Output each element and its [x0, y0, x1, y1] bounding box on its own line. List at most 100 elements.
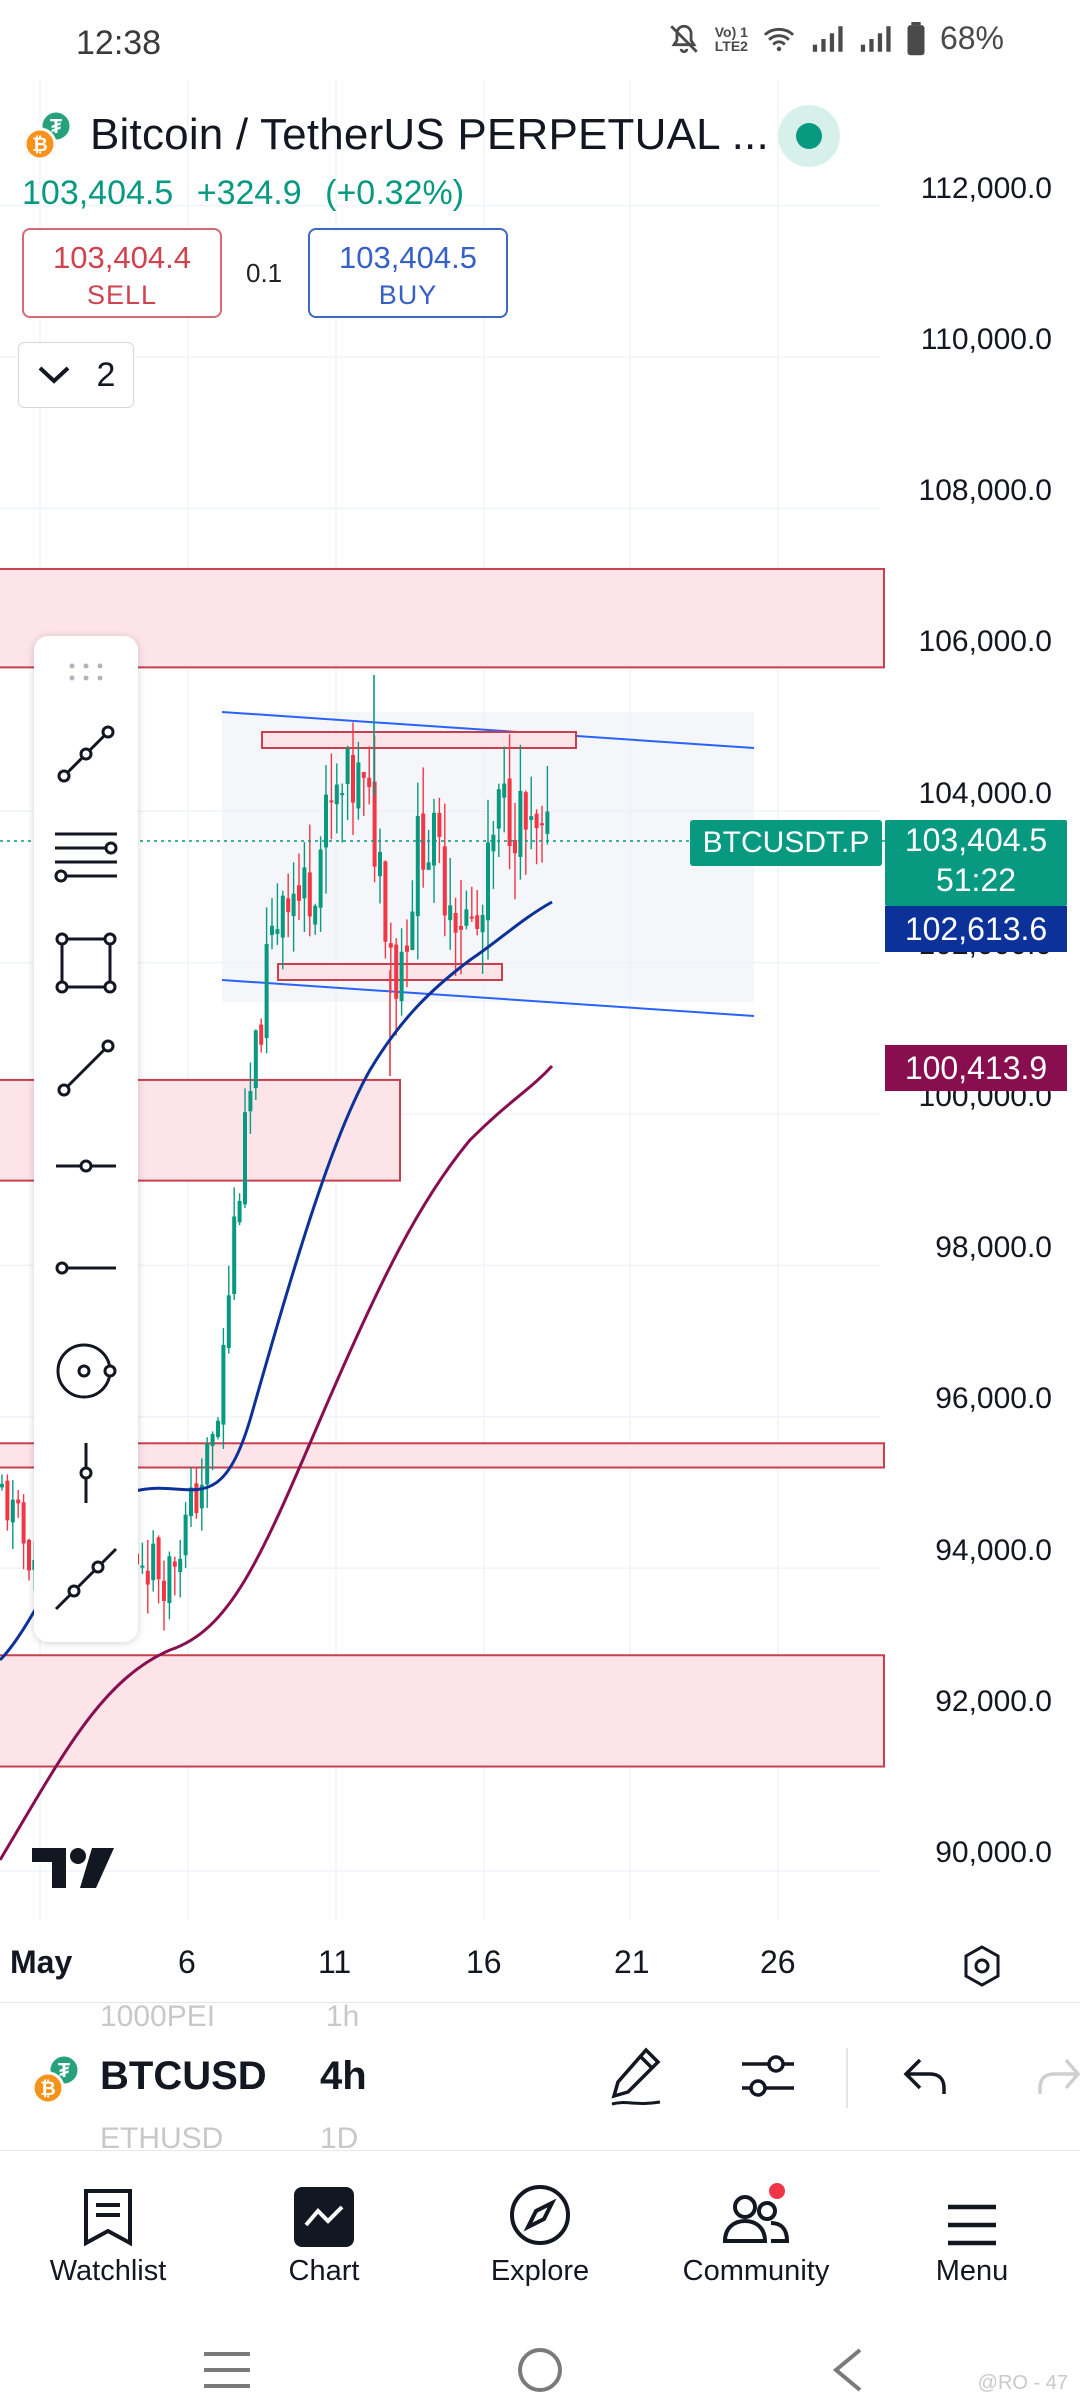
price-summary: 103,404.5 +324.9 (+0.32%)	[22, 174, 478, 213]
chart-settings-icon[interactable]	[960, 1944, 1004, 1988]
candle-body	[275, 929, 280, 934]
sell-button[interactable]: 103,404.4 SELL	[22, 228, 222, 318]
candle-body	[415, 815, 420, 917]
candle-body	[356, 762, 361, 809]
candle-body	[221, 1344, 226, 1425]
candle-body	[459, 925, 463, 930]
home-icon[interactable]	[516, 2346, 564, 2394]
last-price-value: 103,404.5	[904, 822, 1048, 858]
buy-label: BUY	[378, 280, 438, 310]
candle-body	[432, 812, 436, 866]
candle-body	[329, 800, 334, 803]
candle-body	[426, 862, 431, 870]
candle-body	[475, 915, 480, 929]
recent-apps-icon[interactable]	[202, 2350, 252, 2390]
buy-button[interactable]: 103,404.5 BUY	[308, 228, 508, 318]
candle-body	[307, 872, 312, 917]
horizontal-ray-tool[interactable]	[34, 1223, 138, 1313]
candle-body	[243, 1112, 247, 1205]
date-axis-label: 6	[178, 1944, 196, 1980]
candle-body	[194, 1483, 199, 1514]
candle-body	[286, 898, 291, 913]
chevron-down-icon	[38, 366, 69, 384]
nav-community[interactable]: Community	[656, 2151, 856, 2288]
symbol-header[interactable]: ₮ ₿ Bitcoin / TetherUS PERPETUAL ...	[22, 108, 769, 162]
vertical-line-tool[interactable]	[34, 1428, 138, 1518]
candle-body	[232, 1216, 237, 1295]
compass-icon	[510, 2185, 570, 2245]
sell-label: SELL	[86, 280, 158, 310]
candle-body	[399, 951, 404, 1002]
extended-line-tool[interactable]	[34, 1534, 138, 1624]
indicators-toggle[interactable]: 2	[18, 342, 134, 408]
watermark: @RO - 47	[977, 2372, 1068, 2394]
line-segment-icon	[57, 1039, 115, 1097]
indicator-settings-icon[interactable]	[738, 2044, 798, 2108]
horizontal-line-tool[interactable]	[34, 1121, 138, 1211]
candle-body	[502, 783, 507, 798]
undo-icon[interactable]	[900, 2054, 950, 2098]
redo-icon[interactable]	[1036, 2054, 1080, 2098]
ray-tool[interactable]	[34, 1023, 138, 1113]
last-price-tag: 103,404.5 51:22	[885, 820, 1067, 906]
candle-body	[545, 811, 550, 834]
extended-line-icon	[54, 1547, 118, 1611]
trend-line-tool[interactable]	[34, 709, 138, 799]
candle-body	[145, 1570, 150, 1585]
circle-tool[interactable]	[34, 1326, 138, 1416]
circle-icon	[56, 1343, 117, 1399]
candle-body	[496, 789, 501, 829]
back-icon[interactable]	[830, 2348, 864, 2392]
candle-body	[264, 944, 269, 1039]
symbol-selector[interactable]: BTCUSD	[100, 2054, 267, 2099]
toolbar-drag-handle[interactable]	[34, 652, 138, 692]
price-axis-label: 96,000.0	[935, 1382, 1052, 1415]
candle-body	[189, 1487, 193, 1517]
ma-fast-tag: 102,613.6	[885, 906, 1067, 952]
candle-body	[216, 1420, 220, 1438]
price-change-pct: (+0.32%)	[325, 174, 465, 212]
candle-body	[529, 816, 534, 820]
candle-body	[162, 1580, 166, 1601]
nav-label: Watchlist	[49, 2255, 167, 2287]
chart-icon	[294, 2187, 354, 2247]
community-icon	[722, 2183, 790, 2243]
price-chart[interactable]	[0, 80, 1080, 2000]
candle-body	[405, 945, 409, 952]
rectangle-tool[interactable]	[34, 918, 138, 1008]
candle-body	[0, 1483, 4, 1488]
drawing-pen-icon[interactable]	[606, 2044, 666, 2108]
candle-body	[324, 794, 328, 848]
candle-body	[210, 1433, 215, 1447]
nav-explore[interactable]: Explore	[440, 2151, 640, 2288]
date-axis-label: 16	[466, 1944, 502, 1980]
fib-retracement-tool[interactable]	[34, 813, 138, 903]
candle-body	[486, 842, 490, 921]
market-status-button[interactable]	[778, 105, 840, 167]
candle-body	[383, 861, 388, 942]
horizontal-ray-icon	[55, 1261, 116, 1275]
candle-body	[513, 839, 517, 854]
drawing-toolbar	[34, 636, 138, 1642]
interval-selector[interactable]: 4h	[320, 2054, 367, 2099]
candle-body	[297, 885, 301, 901]
candle-body	[518, 790, 523, 857]
candle-body	[318, 849, 323, 908]
nav-menu[interactable]: Menu	[872, 2151, 1072, 2288]
candle-body	[140, 1565, 145, 1568]
candle-body	[302, 867, 307, 899]
price-change: +324.9	[196, 174, 302, 212]
candle-body	[172, 1561, 177, 1567]
candle-body	[351, 754, 355, 803]
nav-chart[interactable]: Chart	[224, 2151, 424, 2288]
bottom-navigation: Watchlist Chart Explore Community Menu	[0, 2150, 1080, 2305]
candle-body	[183, 1514, 188, 1556]
nav-label: Explore	[490, 2255, 590, 2287]
candle-body	[253, 1030, 258, 1089]
candle-body	[345, 748, 350, 785]
candle-body	[248, 1091, 253, 1112]
candle-body	[16, 1499, 21, 1504]
nav-watchlist[interactable]: Watchlist	[8, 2151, 208, 2288]
candle-body	[291, 893, 296, 917]
coin-pair-icon: ₮ ₿	[31, 2053, 81, 2105]
